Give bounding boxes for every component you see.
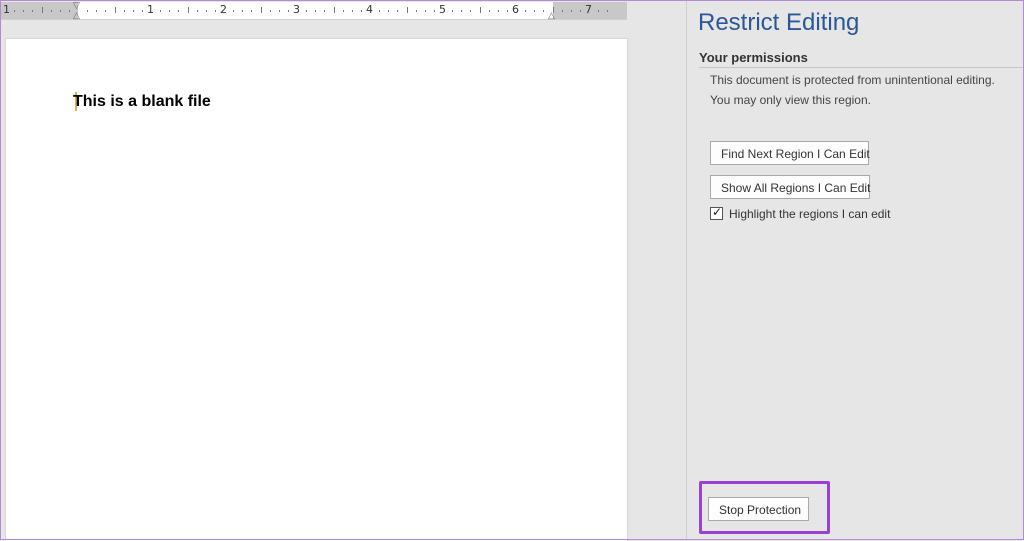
ruler-tick <box>69 10 70 12</box>
ruler-tick <box>598 10 599 12</box>
ruler-tick <box>388 10 389 12</box>
ruler-tick <box>169 10 170 12</box>
ruler-tick <box>397 10 398 12</box>
ruler-tick <box>324 10 325 12</box>
ruler-tick <box>261 7 262 13</box>
ruler-tick <box>32 10 33 12</box>
ruler-tick <box>480 7 481 13</box>
ruler-tick <box>105 10 106 12</box>
section-divider <box>699 67 1023 68</box>
ruler-tick <box>315 10 316 12</box>
restrict-editing-pane: Restrict Editing Your permissions This d… <box>687 0 1023 540</box>
ruler-tick <box>562 10 563 12</box>
ruler-tick <box>206 10 207 12</box>
ruler-tick <box>306 10 307 12</box>
ruler-tick <box>178 10 179 12</box>
ruler-tick <box>498 10 499 12</box>
ruler-tick <box>142 10 143 12</box>
first-line-indent-marker[interactable]: ▽ <box>73 1 80 10</box>
ruler-tick <box>197 10 198 12</box>
ruler-tick <box>470 10 471 12</box>
ruler-tick <box>51 10 52 12</box>
horizontal-ruler[interactable]: 1 1 2 3 4 5 6 7 ▽ △ △ <box>0 1 627 20</box>
checkmark-icon: ✓ <box>712 205 723 219</box>
ruler-tick <box>215 10 216 12</box>
ruler-tick <box>60 10 61 12</box>
ruler-number: 7 <box>585 3 592 16</box>
ruler-tick <box>489 10 490 12</box>
highlight-regions-label[interactable]: Highlight the regions I can edit <box>729 207 890 221</box>
ruler-tick <box>534 10 535 12</box>
ruler-tick <box>334 7 335 13</box>
ruler-tick <box>233 10 234 12</box>
ruler-tick <box>124 10 125 12</box>
right-indent-marker[interactable]: △ <box>548 11 555 20</box>
ruler-tick <box>42 7 43 13</box>
document-area: 1 1 2 3 4 5 6 7 ▽ △ △ This is a blank fi… <box>0 0 688 541</box>
ruler-number: 1 <box>147 3 154 16</box>
ruler-number: 4 <box>366 3 373 16</box>
ruler-number: 3 <box>293 3 300 16</box>
ruler-tick <box>525 10 526 12</box>
ruler-tick <box>343 10 344 12</box>
ruler-tick <box>251 10 252 12</box>
ruler-tick <box>160 10 161 12</box>
ruler-tick <box>379 10 380 12</box>
ruler-tick <box>279 10 280 12</box>
ruler-number: 6 <box>512 3 519 16</box>
ruler-tick <box>188 7 189 13</box>
pane-title: Restrict Editing <box>698 9 860 36</box>
permissions-heading: Your permissions <box>699 50 808 65</box>
ruler-tick <box>96 10 97 12</box>
ruler-tick <box>115 7 116 13</box>
ruler-tick <box>434 10 435 12</box>
highlight-regions-checkbox[interactable]: ✓ <box>710 205 723 220</box>
ruler-number: 5 <box>439 3 446 16</box>
ruler-tick <box>571 10 572 12</box>
ruler-tick <box>425 10 426 12</box>
stop-protection-highlight <box>699 481 830 534</box>
ruler-tick <box>352 10 353 12</box>
ruler-tick <box>507 10 508 12</box>
document-text[interactable]: This is a blank file <box>73 93 211 111</box>
left-indent-marker[interactable]: △ <box>73 11 80 20</box>
ruler-number: 2 <box>220 3 227 16</box>
ruler-tick <box>580 10 581 12</box>
ruler-tick <box>452 10 453 12</box>
ruler-tick <box>288 10 289 12</box>
ruler-tick <box>242 10 243 12</box>
document-page[interactable] <box>5 38 628 541</box>
ruler-tick <box>607 10 608 12</box>
ruler-tick <box>270 10 271 12</box>
ruler-tick <box>461 10 462 12</box>
show-all-regions-button[interactable]: Show All Regions I Can Edit <box>710 175 870 199</box>
ruler-tick <box>543 10 544 12</box>
permissions-info-line: This document is protected from unintent… <box>710 73 995 87</box>
ruler-left-margin <box>0 2 78 19</box>
ruler-tick <box>407 7 408 13</box>
ruler-tick <box>14 10 15 12</box>
ruler-tick <box>133 10 134 12</box>
ruler-tick <box>416 10 417 12</box>
ruler-number: 1 <box>3 3 10 16</box>
permissions-info-line: You may only view this region. <box>710 93 871 107</box>
ruler-tick <box>87 10 88 12</box>
find-next-region-button[interactable]: Find Next Region I Can Edit <box>710 141 870 165</box>
ruler-tick <box>23 10 24 12</box>
ruler-tick <box>361 10 362 12</box>
